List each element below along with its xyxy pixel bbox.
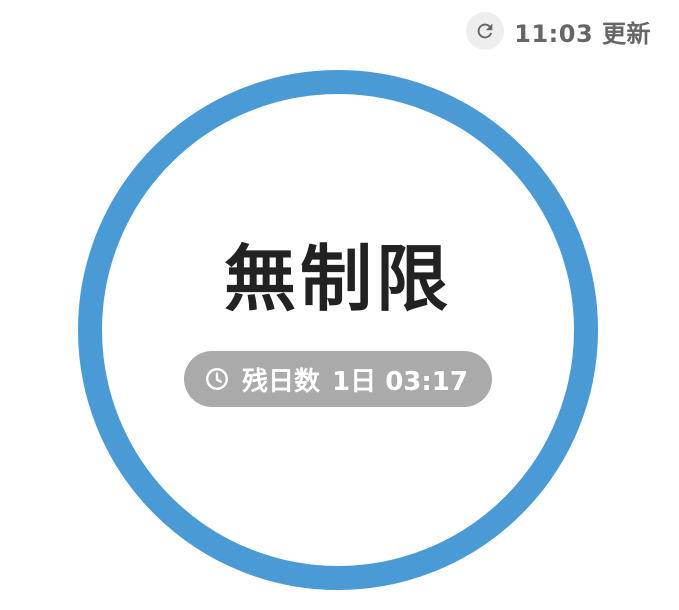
refresh-button[interactable]	[466, 12, 505, 50]
remaining-days-badge: 残日数 1日 03:17	[184, 351, 492, 407]
remaining-days-label: 残日数	[242, 366, 321, 397]
remaining-days-value: 1日 03:17	[332, 366, 468, 397]
gauge-center: 無制限 残日数 1日 03:17	[78, 70, 598, 590]
refresh-area: 11:03 更新	[466, 11, 651, 51]
usage-gauge: 無制限 残日数 1日 03:17	[78, 70, 598, 590]
last-updated-text: 11:03 更新	[514, 19, 651, 48]
data-remaining-value: 無制限	[223, 237, 452, 321]
clock-icon	[204, 366, 230, 392]
refresh-icon	[474, 20, 496, 42]
